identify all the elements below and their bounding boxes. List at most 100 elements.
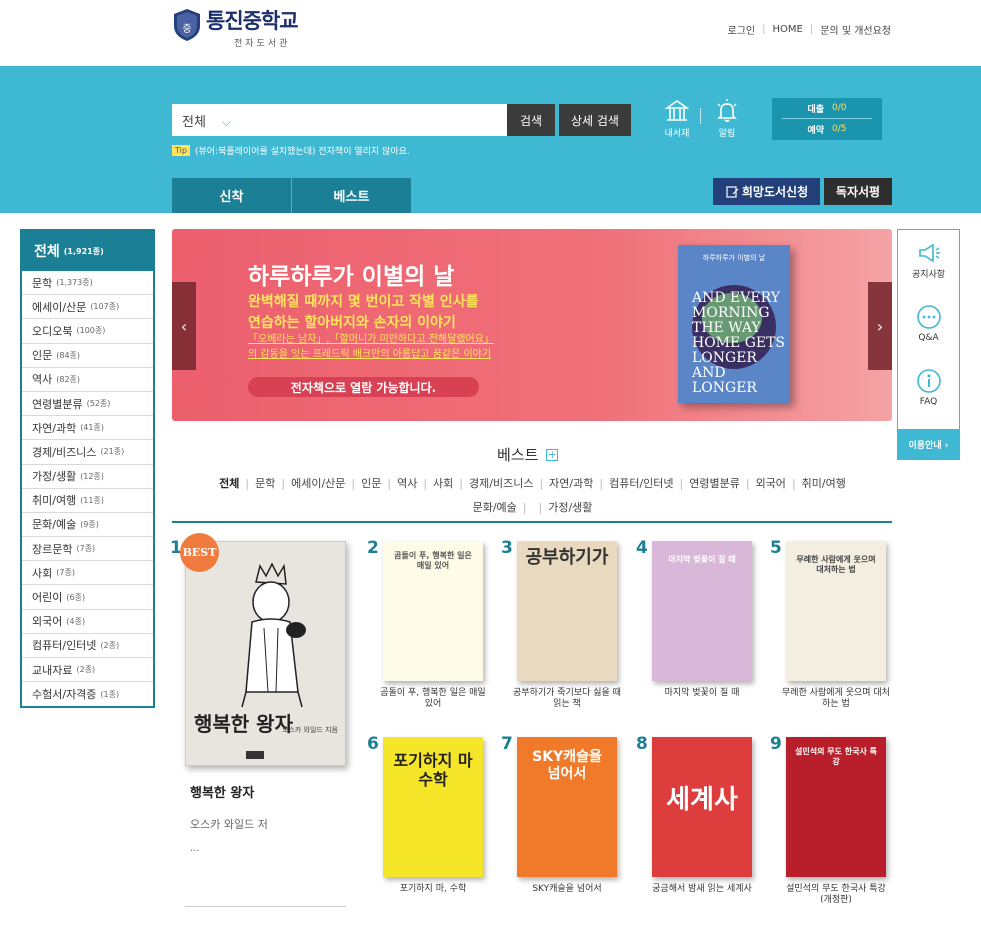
sidebar-item-all[interactable]: 전체 (1,921종)	[22, 231, 153, 271]
banner-next-button[interactable]: ›	[868, 282, 892, 370]
reserve-value: 0/5	[832, 124, 847, 134]
category-filter-item[interactable]: 가정/생활	[548, 496, 592, 520]
book-title[interactable]: 설민석의 무도 한국사 특강 (개정판)	[781, 884, 891, 906]
tip-link[interactable]: (뷰어:북플레이어를 설치했는데) 전자책이 열리지 않아요.	[195, 144, 410, 157]
loan-status-box[interactable]: 대출 0/0 예약 0/5	[772, 98, 882, 140]
best-section-title: 베스트 +	[497, 446, 559, 464]
book-cover[interactable]: 마지막 벚꽃이 질 때	[652, 541, 752, 681]
divider	[700, 108, 701, 124]
book-cover[interactable]: 설민석의 무도 한국사 특강	[786, 737, 886, 877]
sidebar-item[interactable]: 역사 (82종)	[22, 368, 153, 392]
banner-prev-button[interactable]: ‹	[172, 282, 196, 370]
divider: |	[459, 477, 464, 490]
hope-book-request-button[interactable]: 희망도서신청	[713, 178, 820, 205]
category-filter-item[interactable]: 연령별분류	[689, 472, 740, 496]
book-cover[interactable]: 세계사	[652, 737, 752, 877]
category-filter-item[interactable]: 사회	[433, 472, 453, 496]
sidebar-item[interactable]: 외국어 (4종)	[22, 610, 153, 634]
book-title[interactable]: 공부하기가 죽기보다 싫을 때 읽는 책	[512, 688, 622, 710]
school-logo[interactable]: 중 통진중학교 전자도서관	[172, 8, 299, 49]
banner-open-ebook-button[interactable]: 전자책으로 열람 가능합니다.	[248, 377, 479, 397]
sidebar-item[interactable]: 문화/예술 (9종)	[22, 513, 153, 538]
sidebar-item[interactable]: 가정/생활 (12종)	[22, 465, 153, 489]
sidebar-item-count: (9종)	[80, 519, 99, 529]
my-library-button[interactable]: 내서재	[657, 98, 697, 139]
search-button[interactable]: 검색	[507, 104, 555, 136]
book-cover[interactable]: 포기하지 마 수학	[383, 737, 483, 877]
sidebar-item[interactable]: 에세이/산문 (107종)	[22, 295, 153, 320]
usage-guide-button[interactable]: 이용안내 ›	[898, 429, 959, 459]
banner-book-cover[interactable]: 하루하루가 이별의 날 AND EVERY MORNING THE WAY HO…	[678, 245, 790, 403]
sidebar-total: (1,921종)	[63, 246, 104, 256]
advanced-search-button[interactable]: 상세 검색	[559, 104, 631, 136]
book-title[interactable]: 행복한 왕자	[190, 782, 254, 801]
search-input[interactable]: 전체 ⌵	[172, 104, 507, 136]
book-cover[interactable]: SKY캐슬을 넘어서	[517, 737, 617, 877]
alarm-button[interactable]: 알림	[707, 98, 747, 139]
qa-link[interactable]: Q&A	[898, 304, 959, 343]
book-title[interactable]: 곰돌이 푸, 행복한 일은 매일 있어	[378, 688, 488, 710]
book-cover-happy-prince[interactable]: 행복한 왕자 오스카 와일드 지음	[185, 541, 346, 766]
book-title[interactable]: 포기하지 마, 수학	[378, 884, 488, 895]
divider: |	[351, 477, 356, 490]
book-cover[interactable]: 무례한 사람에게 웃으며 대처하는 법	[786, 541, 886, 681]
sidebar-item[interactable]: 장르문학 (7종)	[22, 537, 153, 562]
category-filter-item[interactable]: 에세이/산문	[291, 472, 345, 496]
book-cover[interactable]: 곰돌이 푸, 행복한 일은 매일 있어	[383, 541, 483, 681]
featured-banner[interactable]: 하루하루가 이별의 날 완벽해질 때까지 몇 번이고 작별 인사를 연습하는 할…	[172, 229, 892, 421]
rank-number: 9	[770, 734, 782, 754]
sidebar-item[interactable]: 문학 (1,373종)	[22, 271, 153, 296]
notice-link[interactable]: 공지사항	[898, 242, 959, 280]
library-name: 전자도서관	[234, 39, 291, 49]
book-title[interactable]: 궁금해서 밤새 읽는 세계사	[647, 884, 757, 895]
tab-new-arrivals[interactable]: 신착	[172, 178, 291, 213]
sidebar-item-label: 수험서/자격증	[32, 688, 97, 702]
cover-title: 마지막 벚꽃이 질 때	[668, 555, 736, 564]
category-filter-item[interactable]: 경제/비즈니스	[469, 472, 533, 496]
sidebar-item[interactable]: 자연/과학 (41종)	[22, 416, 153, 441]
home-link[interactable]: HOME	[773, 24, 803, 35]
sidebar-item[interactable]: 어린이 (6종)	[22, 585, 153, 610]
book-cover[interactable]: 공부하기가	[517, 541, 617, 681]
sidebar-item[interactable]: 사회 (7종)	[22, 561, 153, 586]
category-filter-item[interactable]: 인문	[361, 472, 381, 496]
my-library-label: 내서재	[664, 129, 690, 139]
sidebar-item[interactable]: 컴퓨터/인터넷 (2종)	[22, 634, 153, 658]
search-scope-select[interactable]: 전체 ⌵	[182, 111, 231, 130]
sidebar-item-count: (100종)	[76, 326, 106, 336]
book-author: 오스카 와일드 저	[190, 818, 268, 831]
category-filter-item[interactable]: 컴퓨터/인터넷	[609, 472, 673, 496]
faq-link[interactable]: FAQ	[898, 368, 959, 407]
sidebar-item-label: 인문	[32, 349, 53, 363]
tab-best[interactable]: 베스트	[292, 178, 411, 213]
category-filter-item[interactable]: 전체	[219, 472, 239, 496]
cover-title: 곰돌이 푸, 행복한 일은 매일 있어	[394, 551, 472, 570]
book-title[interactable]: 마지막 벚꽃이 질 때	[647, 688, 757, 699]
banner-description: 「오베라는 남자」,「할머니가 미안하다고 전해달랬어요」 의 감동을 잇는 프…	[248, 334, 494, 360]
inquiry-link[interactable]: 문의 및 개선요청	[820, 22, 891, 37]
sidebar-item[interactable]: 연령별분류 (52종)	[22, 392, 153, 417]
sidebar-item[interactable]: 오디오북 (100종)	[22, 319, 153, 344]
divider	[172, 521, 892, 523]
divider: |	[423, 477, 428, 490]
reader-review-button[interactable]: 독자서평	[824, 178, 892, 205]
cover-title: 세계사	[666, 785, 738, 815]
sidebar-item-count: (82종)	[56, 374, 81, 384]
sidebar-item[interactable]: 경제/비즈니스 (21종)	[22, 440, 153, 465]
category-filter-item[interactable]: 역사	[397, 472, 417, 496]
book-title[interactable]: SKY캐슬을 넘어서	[512, 884, 622, 895]
rank-number: 5	[770, 538, 782, 558]
more-plus-icon[interactable]: +	[546, 448, 559, 461]
sidebar-item[interactable]: 취미/여행 (11종)	[22, 489, 153, 513]
sidebar-item[interactable]: 수험서/자격증 (1종)	[22, 682, 153, 706]
login-link[interactable]: 로그인	[728, 22, 756, 37]
category-filter-item[interactable]: 문학	[255, 472, 275, 496]
sidebar-item[interactable]: 인문 (84종)	[22, 344, 153, 368]
sidebar-item-label: 외국어	[32, 615, 63, 629]
category-filter-item[interactable]: 문화/예술	[473, 496, 517, 520]
category-filter-item[interactable]: 외국어	[756, 472, 786, 496]
book-title[interactable]: 무례한 사람에게 웃으며 대처하는 법	[781, 688, 891, 710]
category-filter-item[interactable]: 취미/여행	[802, 472, 846, 496]
sidebar-item[interactable]: 교내자료 (2종)	[22, 658, 153, 683]
category-filter-item[interactable]: 자연/과학	[549, 472, 593, 496]
